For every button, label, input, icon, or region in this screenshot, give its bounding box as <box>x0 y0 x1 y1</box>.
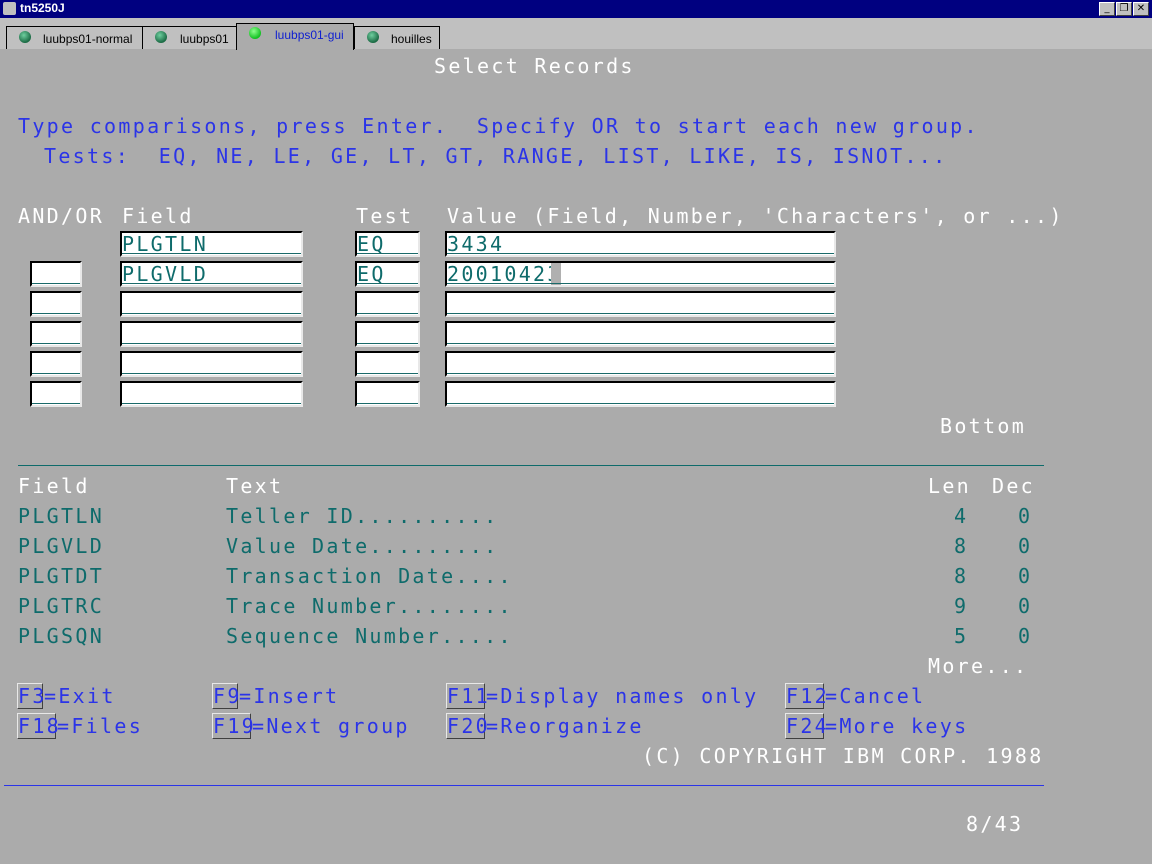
list-item-field: PLGTRC <box>18 594 105 618</box>
list-item-len: 8 <box>954 564 969 588</box>
window-title-bar: tn5250J _ ❐ ✕ <box>0 0 1152 18</box>
list-item-text: Sequence Number..... <box>226 624 513 648</box>
minimize-button[interactable]: _ <box>1099 2 1115 16</box>
text-cursor <box>551 263 561 285</box>
list-item-dec: 0 <box>1018 504 1033 528</box>
f12-key-label[interactable]: F12 <box>786 684 829 708</box>
value-input-row3[interactable] <box>445 291 836 317</box>
andor-input-row6[interactable] <box>30 381 82 407</box>
tab-label: luubps01-normal <box>43 32 133 46</box>
list-item-field: PLGVLD <box>18 534 105 558</box>
value-input-row1[interactable]: 3434 <box>445 231 836 257</box>
f18-key-label[interactable]: F18 <box>18 714 61 738</box>
session-status-icon <box>155 31 167 43</box>
tab-label: houilles <box>391 32 432 46</box>
field-input-row3[interactable] <box>120 291 303 317</box>
f9-key-label[interactable]: F9 <box>213 684 242 708</box>
list-header-dec: Dec <box>992 474 1036 498</box>
list-item-len: 5 <box>954 624 969 648</box>
list-item-text: Transaction Date.... <box>226 564 513 588</box>
f3-key-label[interactable]: F3 <box>18 684 47 708</box>
separator-line <box>18 465 1044 466</box>
instruction-text: Type comparisons, press Enter. Specify O… <box>18 114 979 138</box>
list-header-text: Text <box>226 474 284 498</box>
list-item-field: PLGTDT <box>18 564 105 588</box>
tab-luubps01-gui[interactable]: luubps01-gui <box>236 23 354 50</box>
value-input-row4[interactable] <box>445 321 836 347</box>
andor-input-row2[interactable] <box>30 261 82 287</box>
window-title: tn5250J <box>20 1 65 15</box>
andor-input-row5[interactable] <box>30 351 82 377</box>
header-value: Value (Field, Number, 'Characters', or .… <box>447 204 1064 228</box>
app-icon <box>3 2 16 15</box>
session-status-icon <box>19 31 31 43</box>
field-input-row2[interactable]: PLGVLD <box>120 261 303 287</box>
tab-luubps01[interactable]: luubps01 <box>142 26 237 49</box>
list-item-dec: 0 <box>1018 564 1033 588</box>
list-item-field: PLGTLN <box>18 504 105 528</box>
andor-input-row3[interactable] <box>30 291 82 317</box>
test-input-row2[interactable]: EQ <box>355 261 420 287</box>
header-andor: AND/OR <box>18 204 105 228</box>
header-field: Field <box>122 204 194 228</box>
status-separator <box>4 785 1044 786</box>
value-input-row2[interactable]: 20010423 <box>445 261 836 287</box>
tab-label: luubps01-gui <box>275 28 344 42</box>
header-test: Test <box>356 204 414 228</box>
f18-key-desc: =Files <box>57 714 144 738</box>
field-input-row1[interactable]: PLGTLN <box>120 231 303 257</box>
f19-key-label[interactable]: F19 <box>213 714 256 738</box>
f24-key-label[interactable]: F24 <box>786 714 829 738</box>
f9-key-desc: =Insert <box>239 684 340 708</box>
list-item-text: Teller ID.......... <box>226 504 499 528</box>
copyright-notice: (C) COPYRIGHT IBM CORP. 1988 <box>642 744 1044 768</box>
tab-luubps01-normal[interactable]: luubps01-normal <box>6 26 143 49</box>
value-input-row5[interactable] <box>445 351 836 377</box>
session-status-icon <box>249 27 261 39</box>
field-input-row5[interactable] <box>120 351 303 377</box>
f11-key-desc: =Display names only <box>486 684 759 708</box>
f11-key-label[interactable]: F11 <box>447 684 490 708</box>
list-header-len: Len <box>928 474 972 498</box>
test-input-row3[interactable] <box>355 291 420 317</box>
f24-key-desc: =More keys <box>825 714 969 738</box>
list-item-text: Value Date......... <box>226 534 499 558</box>
more-indicator: More... <box>928 654 1029 678</box>
test-input-row5[interactable] <box>355 351 420 377</box>
list-item-len: 4 <box>954 504 969 528</box>
close-button[interactable]: ✕ <box>1133 2 1149 16</box>
value-input-row6[interactable] <box>445 381 836 407</box>
list-item-dec: 0 <box>1018 624 1033 648</box>
f3-key-desc: =Exit <box>44 684 116 708</box>
screen-title: Select Records <box>434 54 635 78</box>
list-item-dec: 0 <box>1018 594 1033 618</box>
list-item-dec: 0 <box>1018 534 1033 558</box>
tests-list-text: Tests: EQ, NE, LE, GE, LT, GT, RANGE, LI… <box>44 144 948 168</box>
f12-key-desc: =Cancel <box>825 684 926 708</box>
test-input-row6[interactable] <box>355 381 420 407</box>
bottom-indicator: Bottom <box>940 414 1027 438</box>
f20-key-desc: =Reorganize <box>486 714 644 738</box>
cursor-position-indicator: 8/43 <box>966 812 1024 836</box>
tab-label: luubps01 <box>180 32 229 46</box>
maximize-button[interactable]: ❐ <box>1116 2 1132 16</box>
andor-input-row4[interactable] <box>30 321 82 347</box>
list-item-text: Trace Number........ <box>226 594 513 618</box>
field-input-row4[interactable] <box>120 321 303 347</box>
f19-key-desc: =Next group <box>252 714 410 738</box>
list-header-field: Field <box>18 474 90 498</box>
list-item-field: PLGSQN <box>18 624 105 648</box>
tab-houilles[interactable]: houilles <box>354 26 440 49</box>
session-tabs: luubps01-normal luubps01 luubps01-gui ho… <box>0 18 1152 50</box>
list-item-len: 9 <box>954 594 969 618</box>
list-item-len: 8 <box>954 534 969 558</box>
session-status-icon <box>367 31 379 43</box>
field-input-row6[interactable] <box>120 381 303 407</box>
test-input-row4[interactable] <box>355 321 420 347</box>
test-input-row1[interactable]: EQ <box>355 231 420 257</box>
f20-key-label[interactable]: F20 <box>447 714 490 738</box>
